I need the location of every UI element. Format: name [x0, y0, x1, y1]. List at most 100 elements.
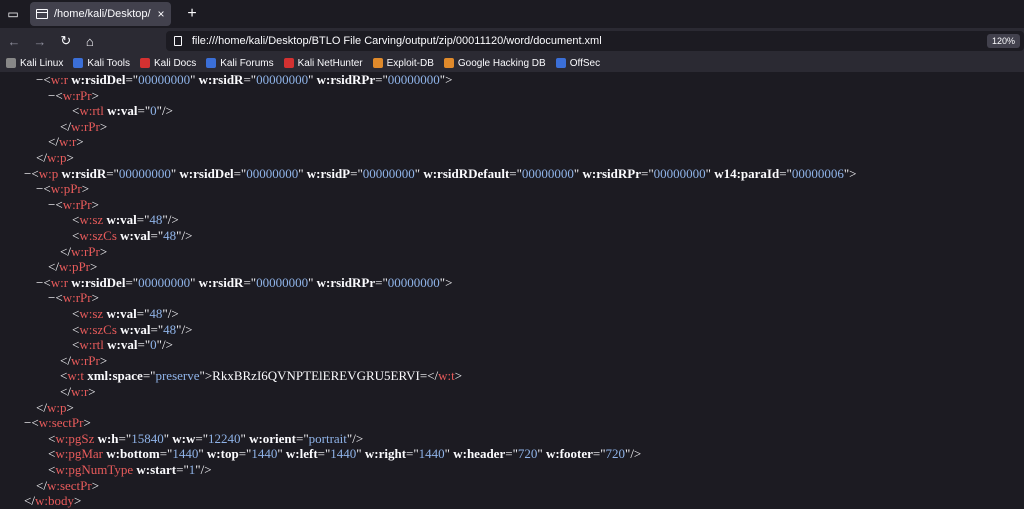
attribute-quote: " — [537, 446, 543, 462]
xml-line: −<w:sectPr> — [24, 415, 91, 431]
attribute-quote: " — [170, 165, 177, 181]
xml-line: <w:rtl w:val="0"/> — [72, 337, 173, 353]
back-button[interactable]: ← — [4, 31, 24, 51]
attribute-name: w:val — [106, 306, 137, 321]
url-text[interactable]: file:///home/kali/Desktop/BTLO File Carv… — [192, 35, 987, 47]
attribute-quote: =" — [238, 446, 252, 462]
attribute-value: 48 — [163, 228, 177, 243]
navigation-toolbar: ← → ↻ ⌂ file:///home/kali/Desktop/BTLO F… — [0, 28, 1024, 54]
xml-line: </w:rPr> — [60, 244, 107, 260]
xml-line: <w:pgNumType w:start="1"/> — [48, 462, 212, 478]
bookmark-label: Kali Linux — [20, 57, 64, 69]
element-text: RkxBRzI6QVNPTElEREVGRU5ERVI= — [212, 368, 428, 384]
bookmark-item[interactable]: Google Hacking DB — [443, 58, 546, 69]
attribute-value: 720 — [517, 446, 538, 462]
tag-bracket: > — [445, 72, 453, 87]
attribute-quote: =" — [509, 165, 522, 181]
bookmark-item[interactable]: OffSec — [555, 58, 600, 69]
bookmark-item[interactable]: Kali Linux — [6, 58, 63, 69]
attribute-value: 1440 — [172, 446, 199, 462]
home-button[interactable]: ⌂ — [80, 31, 100, 51]
tag-name: w:p — [38, 165, 59, 181]
attribute-quote: " — [444, 446, 450, 462]
tag-bracket: > — [66, 399, 74, 415]
tag-name: w:pgMar — [55, 446, 104, 462]
bookmark-favicon-icon — [139, 58, 150, 68]
attribute-value: 1440 — [251, 446, 278, 462]
tag-bracket: </ — [60, 352, 71, 368]
attribute-value: 00000000 — [387, 72, 440, 87]
tag-bracket: </ — [427, 368, 439, 384]
reload-button[interactable]: ↻ — [56, 31, 76, 51]
attribute-value: preserve — [155, 368, 200, 384]
bookmark-favicon-icon — [6, 58, 16, 68]
forward-button[interactable]: → — [30, 31, 50, 51]
attribute-name: xml:space — [87, 368, 143, 384]
tag-name: w:t — [438, 368, 455, 384]
attribute-value: 12240 — [208, 430, 241, 446]
bookmarks-toolbar: Kali Linux Kali Tools Kali Docs Kali Forums… — [0, 54, 1024, 72]
tag-bracket: > — [99, 118, 108, 134]
url-bar[interactable]: file:///home/kali/Desktop/BTLO File Carv… — [165, 31, 1024, 51]
tag-bracket: </ — [60, 243, 71, 259]
tag-name: w:rPr — [70, 243, 100, 259]
tag-bracket: > — [454, 368, 463, 384]
bookmark-item[interactable]: Exploit-DB — [372, 57, 434, 69]
tag-name: w:szCs — [79, 228, 117, 243]
attribute-quote: =" — [137, 103, 151, 119]
tag-bracket: < — [31, 415, 39, 431]
attribute-quote: =" — [159, 446, 173, 462]
tag-name: w:rPr — [62, 196, 92, 212]
tag-bracket: > — [91, 87, 99, 103]
tag-bracket: < — [55, 196, 63, 212]
xml-line: −<w:rPr> — [48, 290, 99, 306]
attribute-quote: =" — [136, 306, 150, 321]
tab-close-icon[interactable]: × — [155, 7, 167, 21]
attribute-value: 00000000 — [653, 165, 706, 181]
bookmark-item[interactable]: Kali NetHunter — [283, 57, 363, 69]
tag-name: w:rtl — [79, 337, 104, 353]
attribute-name: w:val — [120, 321, 151, 337]
tag-bracket: < — [55, 87, 63, 103]
xml-line: <w:pgMar w:bottom="1440" w:top="1440" w:… — [48, 446, 641, 462]
attribute-name: w:rsidR — [198, 72, 244, 87]
attribute-name: w:val — [106, 212, 137, 228]
xml-line: </w:rPr> — [60, 119, 107, 135]
bookmark-label: Exploit-DB — [386, 57, 434, 69]
tag-bracket: /> — [167, 212, 179, 228]
bookmark-item[interactable]: Kali Forums — [206, 58, 274, 69]
tag-bracket: </ — [36, 150, 47, 165]
zoom-level-button[interactable]: 120% — [986, 34, 1020, 48]
attribute-quote: =" — [118, 430, 132, 446]
bookmark-favicon-icon — [73, 58, 84, 68]
attribute-value: 00000000 — [256, 274, 309, 290]
xml-line: −<w:rPr> — [48, 197, 99, 213]
attribute-name: w:rsidDel — [71, 72, 126, 87]
attribute-value: 00000000 — [118, 165, 171, 181]
attribute-name: w:footer — [545, 446, 593, 462]
attribute-name: w14:paraId — [714, 165, 780, 181]
tab-document-xml[interactable]: /home/kali/Desktop/BTLO%... × — [30, 2, 171, 26]
tag-bracket: /> — [200, 462, 212, 477]
tag-bracket: /> — [161, 103, 173, 119]
tab-strip: ▭ /home/kali/Desktop/BTLO%... × + — [0, 0, 1024, 28]
xml-line: </w:body> — [24, 493, 81, 509]
bookmark-favicon-icon — [443, 58, 454, 68]
attribute-quote: " — [190, 72, 196, 87]
new-tab-button[interactable]: + — [183, 5, 201, 23]
xml-line: </w:r> — [60, 384, 96, 400]
xml-line: </w:r> — [48, 134, 84, 150]
tag-bracket: /> — [630, 446, 642, 462]
bookmark-item[interactable]: Kali Tools — [73, 58, 130, 69]
tag-name: w:pgSz — [55, 430, 95, 446]
bookmark-item[interactable]: Kali Docs — [139, 58, 196, 69]
xml-line: </w:p> — [36, 150, 74, 166]
attribute-quote: =" — [375, 274, 388, 290]
bookmark-label: Kali NetHunter — [297, 57, 363, 69]
attribute-name: w:rsidR — [198, 274, 244, 290]
attribute-name: w:rsidR — [61, 165, 107, 181]
tab-list-icon[interactable]: ▭ — [2, 3, 24, 25]
tag-bracket: > — [91, 196, 99, 212]
attribute-name: w:bottom — [106, 446, 160, 462]
tag-bracket: < — [43, 72, 51, 87]
